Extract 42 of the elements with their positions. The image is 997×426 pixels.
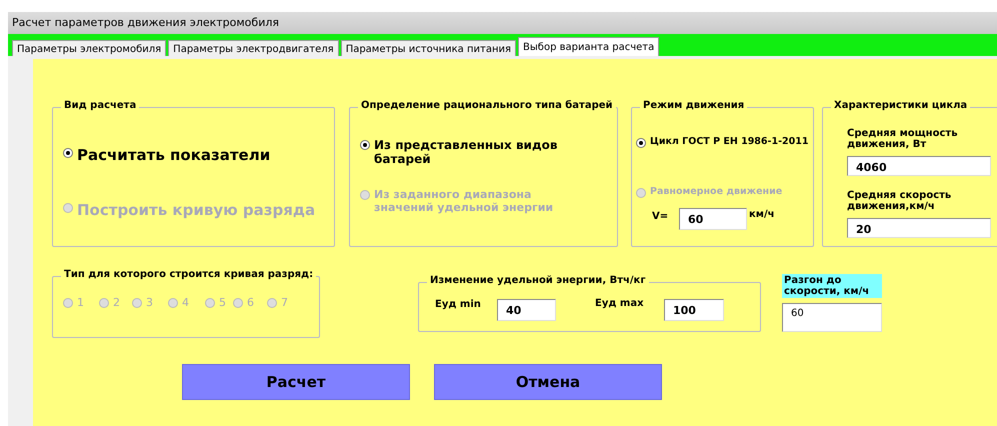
option-label: 5 [219, 296, 226, 309]
radio-button[interactable] [360, 140, 370, 150]
group-title: Тип для которого строится кривая разряд: [61, 269, 316, 280]
tab[interactable]: Выбор варианта расчета [518, 37, 660, 57]
acceleration-field[interactable]: 60 [782, 303, 882, 332]
group-title: Режим движения [640, 100, 748, 111]
option-label: Построить кривую разряда [77, 201, 316, 219]
tab[interactable]: Параметры электромобиля [12, 40, 166, 57]
option-label: 6 [247, 296, 254, 309]
input-field[interactable]: 4060 [847, 156, 991, 176]
option-label: 3 [146, 296, 153, 309]
option-label: 2 [113, 296, 120, 309]
option-label: 7 [281, 296, 288, 309]
field-label: Средняя мощность движения, Вт [847, 128, 959, 150]
radio-button[interactable] [63, 148, 73, 158]
window-title: Расчет параметров движения электромобиля [8, 12, 997, 34]
group-title: Вид расчета [61, 100, 140, 111]
group-title: Изменение удельной энергии, Втч/кг [427, 275, 649, 286]
option-label: Из представленных видов батарей [374, 138, 558, 166]
max-label: Еуд max [595, 298, 644, 309]
cancel-button[interactable]: Отмена [434, 364, 662, 400]
option-label: Цикл ГОСТ Р ЕН 1986-1-2011 [650, 136, 808, 147]
calculate-button[interactable]: Расчет [182, 364, 410, 400]
max-field[interactable]: 100 [664, 299, 724, 321]
option-label: 1 [77, 296, 84, 309]
tab[interactable]: Параметры электродвигателя [168, 40, 339, 57]
option-label: Равномерное движение [650, 186, 782, 197]
option-label: Из заданного диапазона значений удельной энергии [374, 188, 554, 214]
speed-label: V= [652, 211, 668, 222]
field-label: Средняя скорость движения,км/ч [847, 190, 952, 212]
group-title: Характеристики цикла [831, 100, 970, 111]
radio-button[interactable] [636, 138, 646, 148]
min-field[interactable]: 40 [497, 299, 556, 321]
min-label: Еуд min [435, 299, 481, 310]
option-label: Расчитать показатели [77, 146, 270, 164]
tab[interactable]: Параметры источника питания [340, 40, 516, 57]
input-field[interactable]: 20 [847, 218, 991, 238]
speed-field[interactable]: 60 [679, 208, 747, 230]
option-label: 4 [182, 296, 189, 309]
group-title: Определение рационального типа батарей [358, 100, 616, 111]
acceleration-label: Разгон до скорости, км/ч [782, 274, 882, 298]
unit-label: км/ч [749, 209, 774, 220]
